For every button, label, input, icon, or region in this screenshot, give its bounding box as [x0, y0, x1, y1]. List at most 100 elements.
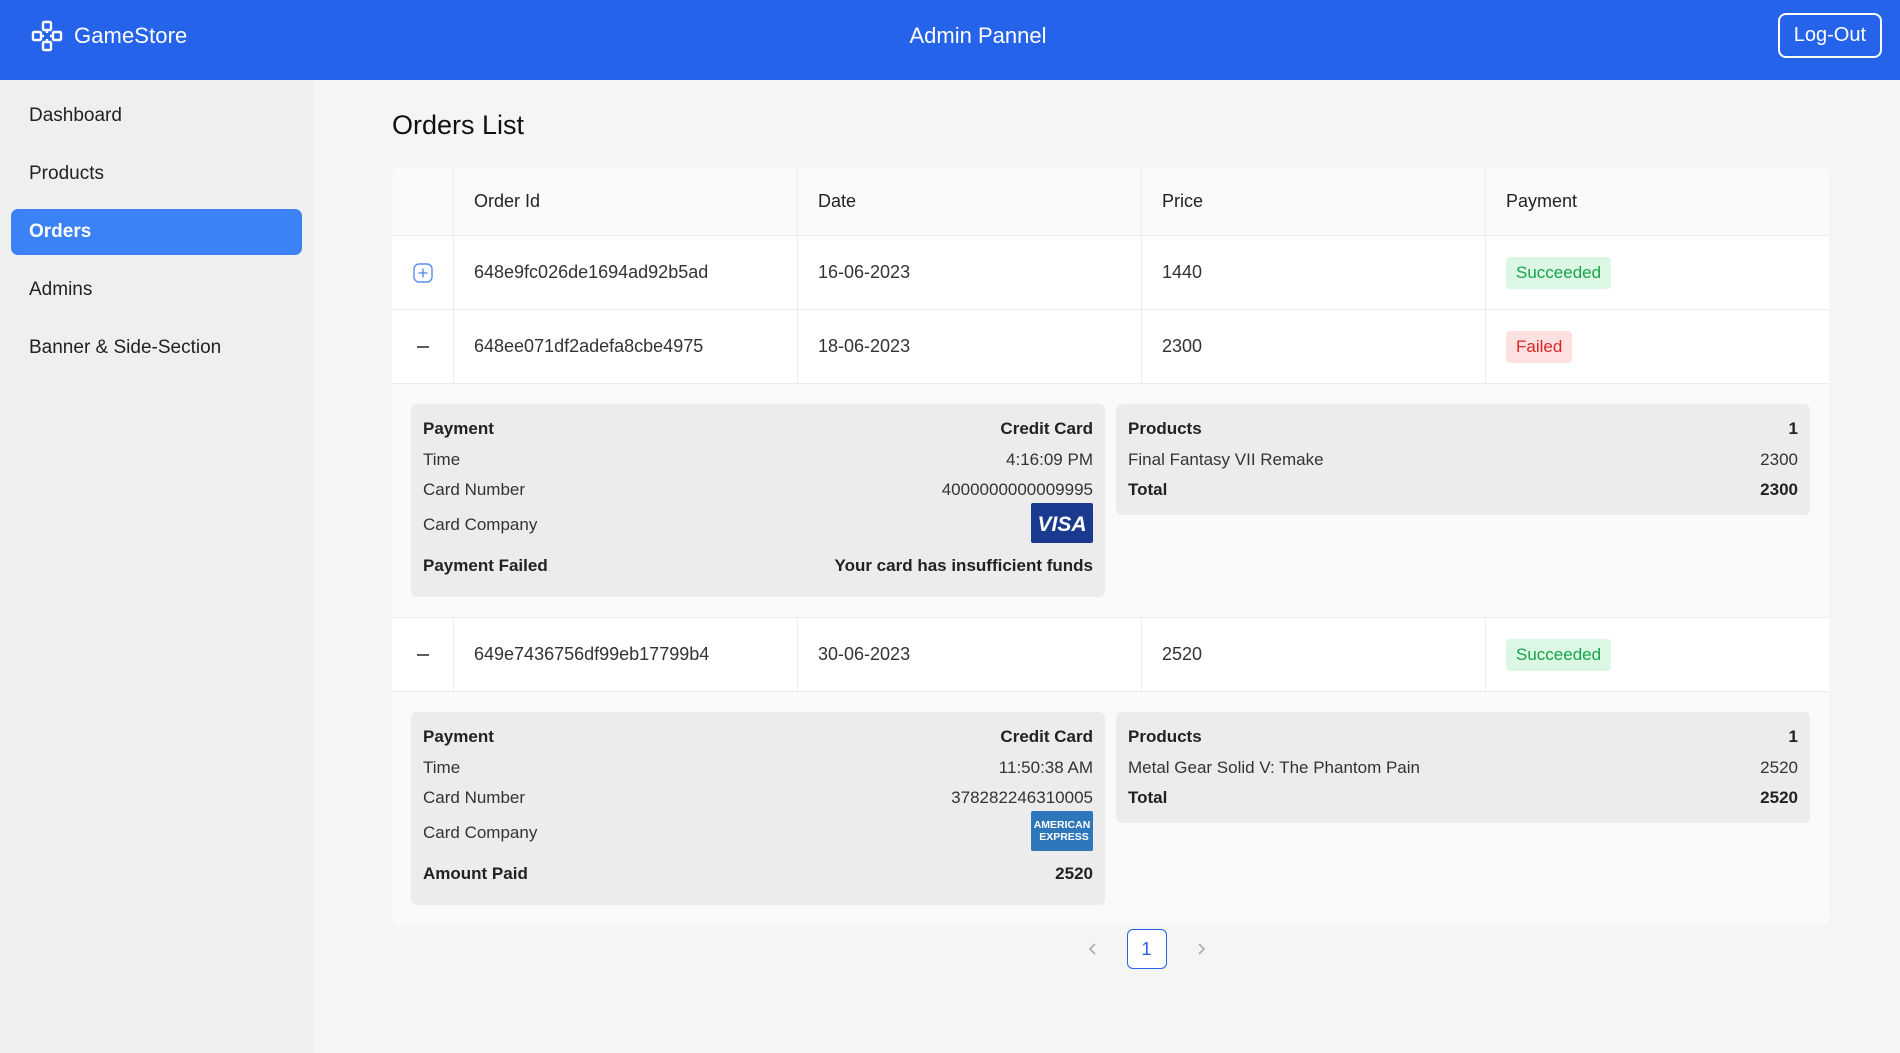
- card-number-label: Card Number: [423, 480, 526, 499]
- sidebar-item-products[interactable]: Products: [11, 151, 302, 197]
- chevron-left-icon[interactable]: [1077, 933, 1109, 965]
- collapse-minus-icon[interactable]: [412, 644, 434, 666]
- card-number-row: Card Number 4000000000009995: [423, 476, 1093, 504]
- total-row: Total 2520: [1128, 784, 1798, 812]
- amex-logo-text-line2: EXPRESS: [1039, 831, 1089, 843]
- brand-name: GameStore: [74, 23, 188, 48]
- time-label: Time: [423, 757, 461, 777]
- expand-cell: [392, 310, 453, 383]
- total-value: 2300: [1760, 480, 1798, 499]
- logout-button[interactable]: Log-Out: [1777, 13, 1882, 58]
- sidebar-item-banner-side-section[interactable]: Banner & Side-Section: [11, 325, 302, 371]
- payment-result-label: Amount Paid: [423, 864, 528, 883]
- price-cell: 1440: [1141, 236, 1485, 309]
- sidebar: Dashboard Products Orders Admins Banner …: [0, 80, 313, 1053]
- price-cell: 2300: [1141, 310, 1485, 383]
- products-label: Products: [1128, 419, 1202, 438]
- status-badge: Succeeded: [1506, 256, 1612, 289]
- order-details-panel: Payment Credit Card Time 11:50:38 AM Car…: [392, 691, 1829, 925]
- expand-cell: [392, 236, 453, 309]
- pagination: 1: [313, 929, 1900, 969]
- time-value: 11:50:38 AM: [998, 757, 1093, 777]
- card-company-label: Card Company: [423, 823, 538, 842]
- payment-method-row: Payment Credit Card: [423, 723, 1093, 751]
- column-header-payment[interactable]: Payment: [1485, 167, 1829, 235]
- products-count: 1: [1788, 419, 1798, 438]
- payment-result-row: Payment Failed Your card has insufficien…: [423, 546, 1093, 586]
- card-company-row: Card Company VISA: [423, 502, 1093, 548]
- total-value: 2520: [1760, 788, 1798, 807]
- product-name: Final Fantasy VII Remake: [1128, 449, 1324, 469]
- date-cell: 16-06-2023: [797, 236, 1141, 309]
- payment-result-value: Your card has insufficient funds: [834, 556, 1094, 575]
- order-id-cell: 648e9fc026de1694ad92b5ad: [453, 236, 797, 309]
- payment-method-value: Credit Card: [1000, 727, 1093, 746]
- products-label: Products: [1128, 727, 1202, 746]
- time-value: 4:16:09 PM: [1006, 449, 1093, 469]
- price-cell: 2520: [1141, 618, 1485, 691]
- sidebar-item-dashboard[interactable]: Dashboard: [11, 93, 302, 139]
- product-price: 2520: [1760, 757, 1798, 777]
- product-name: Metal Gear Solid V: The Phantom Pain: [1128, 757, 1420, 777]
- payment-cell: Succeeded: [1485, 618, 1829, 691]
- products-details-card: Products 1 Final Fantasy VII Remake 2300…: [1116, 404, 1810, 515]
- date-cell: 18-06-2023: [797, 310, 1141, 383]
- status-badge: Succeeded: [1506, 638, 1612, 671]
- page-number-button[interactable]: 1: [1126, 929, 1167, 969]
- payment-result-row: Amount Paid 2520: [423, 854, 1093, 894]
- products-count: 1: [1788, 727, 1798, 746]
- chevron-right-icon[interactable]: [1185, 933, 1217, 965]
- products-header-row: Products 1: [1128, 723, 1798, 751]
- product-price: 2300: [1760, 449, 1798, 469]
- order-id-cell: 649e7436756df99eb17799b4: [453, 618, 797, 691]
- card-company-label: Card Company: [423, 515, 538, 534]
- gamepad-icon: [30, 19, 64, 53]
- card-number-value: 4000000000009995: [941, 480, 1093, 499]
- order-id-cell: 648ee071df2adefa8cbe4975: [453, 310, 797, 383]
- total-row: Total 2300: [1128, 476, 1798, 504]
- column-header-order-id[interactable]: Order Id: [453, 167, 797, 235]
- amex-logo-text-line1: AMERICAN: [1034, 819, 1091, 831]
- orders-table: Order Id Date Price Payment 648e9fc026de…: [392, 167, 1829, 925]
- main-content: Orders List Order Id Date Price Payment …: [313, 80, 1900, 1053]
- order-details-panel: Payment Credit Card Time 4:16:09 PM Card…: [392, 383, 1829, 617]
- top-header: GameStore Admin Pannel Log-Out: [0, 0, 1900, 80]
- payment-time-row: Time 4:16:09 PM: [423, 443, 1093, 476]
- collapse-minus-icon[interactable]: [412, 336, 434, 358]
- page-title: Orders List: [392, 110, 525, 140]
- card-company-row: Card Company AMERICAN EXPRESS: [423, 810, 1093, 856]
- date-cell: 30-06-2023: [797, 618, 1141, 691]
- payment-cell: Succeeded: [1485, 236, 1829, 309]
- payment-method-value: Credit Card: [1000, 419, 1093, 438]
- payment-label: Payment: [423, 419, 494, 438]
- brand[interactable]: GameStore: [30, 0, 187, 72]
- products-header-row: Products 1: [1128, 415, 1798, 443]
- payment-result-label: Payment Failed: [423, 556, 548, 575]
- total-label: Total: [1128, 788, 1168, 807]
- time-label: Time: [423, 449, 461, 469]
- payment-label: Payment: [423, 727, 494, 746]
- payment-details-card: Payment Credit Card Time 11:50:38 AM Car…: [411, 712, 1105, 905]
- payment-cell: Failed: [1485, 310, 1829, 383]
- table-header-row: Order Id Date Price Payment: [392, 167, 1829, 235]
- table-row: 648ee071df2adefa8cbe4975 18-06-2023 2300…: [392, 309, 1829, 383]
- column-header-price[interactable]: Price: [1141, 167, 1485, 235]
- card-number-label: Card Number: [423, 788, 526, 807]
- card-number-row: Card Number 378282246310005: [423, 784, 1093, 812]
- sidebar-item-admins[interactable]: Admins: [11, 267, 302, 313]
- page-header-title: Admin Pannel: [909, 23, 1047, 48]
- table-header-expand: [392, 167, 453, 235]
- amex-logo-icon: AMERICAN EXPRESS: [1031, 810, 1093, 856]
- payment-details-card: Payment Credit Card Time 4:16:09 PM Card…: [411, 404, 1105, 597]
- visa-logo-text: VISA: [1037, 513, 1086, 536]
- table-row: 648e9fc026de1694ad92b5ad 16-06-2023 1440…: [392, 235, 1829, 309]
- expand-plus-icon[interactable]: [412, 262, 434, 284]
- sidebar-item-orders[interactable]: Orders: [11, 209, 302, 255]
- expand-cell: [392, 618, 453, 691]
- visa-logo-icon: VISA: [1031, 502, 1093, 548]
- payment-result-value: 2520: [1055, 864, 1093, 883]
- table-row: 649e7436756df99eb17799b4 30-06-2023 2520…: [392, 617, 1829, 691]
- total-label: Total: [1128, 480, 1168, 499]
- card-number-value: 378282246310005: [951, 788, 1093, 807]
- column-header-date[interactable]: Date: [797, 167, 1141, 235]
